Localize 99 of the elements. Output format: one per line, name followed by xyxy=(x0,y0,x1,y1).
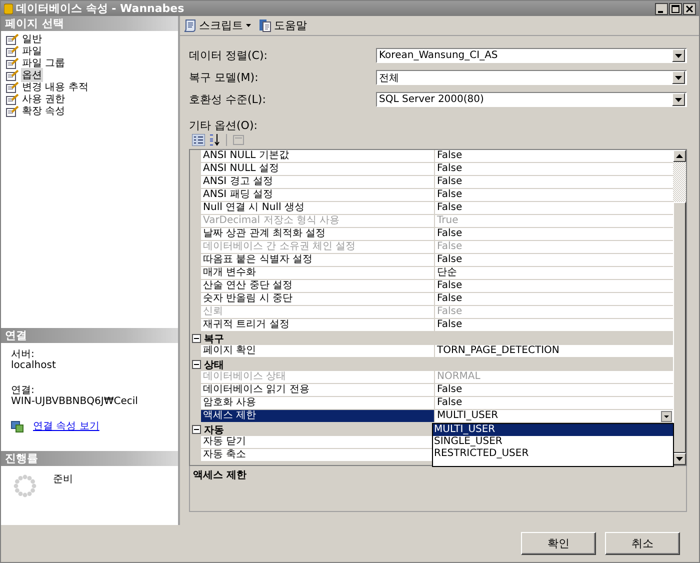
property-value: False xyxy=(435,306,673,319)
field-label: 복구 모델(M): xyxy=(189,70,260,85)
page-item[interactable]: 옵션 xyxy=(21,68,43,82)
property-value: 단순 xyxy=(435,267,673,280)
page-edit-icon xyxy=(6,82,19,92)
collapse-icon[interactable] xyxy=(192,334,201,343)
property-value: False xyxy=(435,384,673,397)
category-name: 상태 xyxy=(204,358,224,372)
property-value: False xyxy=(435,293,673,306)
property-name[interactable]: 재귀적 트리거 설정 xyxy=(201,319,435,332)
property-value: False xyxy=(435,319,673,332)
property-value: False xyxy=(435,241,673,254)
property-name[interactable]: 액세스 제한 xyxy=(201,410,435,423)
property-name[interactable]: 암호화 사용 xyxy=(201,397,435,410)
property-value: False xyxy=(435,397,673,410)
property-value: False xyxy=(435,189,673,202)
page-edit-icon xyxy=(6,94,19,104)
scroll-up-icon[interactable] xyxy=(676,154,683,158)
property-value: False xyxy=(435,176,673,189)
property-name[interactable]: 자동 축소 xyxy=(201,449,435,462)
property-name[interactable]: 페이지 확인 xyxy=(201,345,435,358)
property-name[interactable]: Null 연결 시 Null 생성 xyxy=(201,202,435,215)
property-value: False xyxy=(435,254,673,267)
page-item[interactable]: 파일 xyxy=(21,44,43,58)
page-edit-icon xyxy=(6,70,19,80)
dropdown-field[interactable]: SQL Server 2000(80) xyxy=(376,92,687,107)
page-edit-icon xyxy=(6,46,19,56)
property-name[interactable]: ANSI 패딩 설정 xyxy=(201,189,435,202)
property-value: False xyxy=(435,228,673,241)
page-item[interactable]: 일반 xyxy=(21,32,43,46)
category-name: 자동 xyxy=(204,424,224,436)
field-label: 데이터 정렬(C): xyxy=(189,48,268,63)
scroll-down-icon[interactable] xyxy=(676,457,683,461)
dropdown-arrow-icon xyxy=(675,76,682,80)
page-item[interactable]: 사용 권한 xyxy=(21,92,66,106)
cancel-button[interactable]: 취소 xyxy=(605,532,680,555)
database-icon xyxy=(4,2,13,14)
property-value: False xyxy=(435,280,673,293)
description-title: 액세스 제한 xyxy=(193,470,246,481)
property-name[interactable]: ANSI NULL 기본값 xyxy=(201,150,435,163)
property-name[interactable]: 따옴표 붙은 식별자 설정 xyxy=(201,254,435,267)
property-value: TORN_PAGE_DETECTION xyxy=(435,345,673,358)
property-name[interactable]: 산술 연산 중단 설정 xyxy=(201,280,435,293)
page-item[interactable]: 파일 그룹 xyxy=(21,56,66,70)
server-name: localhost xyxy=(11,360,57,371)
property-value: MULTI_USER xyxy=(435,410,673,423)
dropdown-option[interactable]: RESTRICTED_USER xyxy=(433,448,673,460)
connection-properties-link[interactable]: 연결 속성 보기 xyxy=(33,419,100,433)
property-name[interactable]: ANSI 경고 설정 xyxy=(201,176,435,189)
progress-status: 준비 xyxy=(53,473,73,486)
property-name[interactable]: 매개 변수화 xyxy=(201,267,435,280)
section-label: 기타 옵션(O): xyxy=(189,118,258,132)
property-name[interactable]: 자동 닫기 xyxy=(201,436,435,449)
dropdown-arrow-icon xyxy=(675,98,682,102)
minimize-button[interactable] xyxy=(655,2,668,14)
scroll-thumb[interactable] xyxy=(673,202,686,453)
dropdown-option[interactable]: MULTI_USER xyxy=(433,424,673,436)
scrollbar[interactable] xyxy=(673,150,686,465)
script-icon xyxy=(183,19,196,32)
page-edit-icon xyxy=(6,58,19,68)
window-title: 데이터베이스 속성 - Wannabes xyxy=(16,1,186,16)
category-name: 복구 xyxy=(204,332,224,346)
section-header: 연결 xyxy=(1,328,178,343)
dropdown-arrow-icon xyxy=(675,54,682,58)
property-name[interactable]: 날짜 상관 관계 최적화 설정 xyxy=(201,228,435,241)
caret-icon xyxy=(246,24,251,27)
help-book-icon xyxy=(259,19,271,32)
dropdown-field[interactable]: Korean_Wansung_CI_AS xyxy=(376,48,687,63)
maximize-button[interactable] xyxy=(669,2,682,14)
property-name[interactable]: 데이터베이스 읽기 전용 xyxy=(201,384,435,397)
spinner-icon xyxy=(13,474,37,498)
property-value: NORMAL xyxy=(435,371,673,384)
page-edit-icon xyxy=(6,34,19,44)
property-value: False xyxy=(435,150,673,163)
connection-label: 연결: xyxy=(11,385,36,396)
field-label: 호환성 수준(L): xyxy=(189,92,267,107)
property-value: False xyxy=(435,202,673,215)
connection-name: WIN-UJBVBBNBQ6J₩Cecil xyxy=(11,396,139,407)
connection-icon xyxy=(11,420,24,432)
help-button[interactable]: 도움말 xyxy=(259,18,307,33)
section-header: 페이지 선택 xyxy=(1,16,178,31)
dropdown-option[interactable]: SINGLE_USER xyxy=(433,436,673,448)
close-button[interactable] xyxy=(683,2,696,14)
sort-alphabetical-icon[interactable] xyxy=(208,134,221,146)
collapse-icon[interactable] xyxy=(192,425,201,434)
categorized-view-icon[interactable] xyxy=(192,134,205,146)
property-name[interactable]: ANSI NULL 설정 xyxy=(201,163,435,176)
page-edit-icon xyxy=(6,106,19,116)
section-header: 진행률 xyxy=(1,451,178,466)
property-value: False xyxy=(435,163,673,176)
script-button[interactable]: 스크립트 xyxy=(183,18,251,33)
server-label: 서버: xyxy=(11,349,36,360)
collapse-icon[interactable] xyxy=(192,360,201,369)
dropdown-field[interactable]: 전체 xyxy=(376,70,687,85)
property-value: True xyxy=(435,215,673,228)
ok-button[interactable]: 확인 xyxy=(521,532,596,555)
page-item[interactable]: 확장 속성 xyxy=(21,104,66,118)
page-item[interactable]: 변경 내용 추적 xyxy=(21,80,90,94)
property-name[interactable]: 숫자 반올림 시 중단 xyxy=(201,293,435,306)
